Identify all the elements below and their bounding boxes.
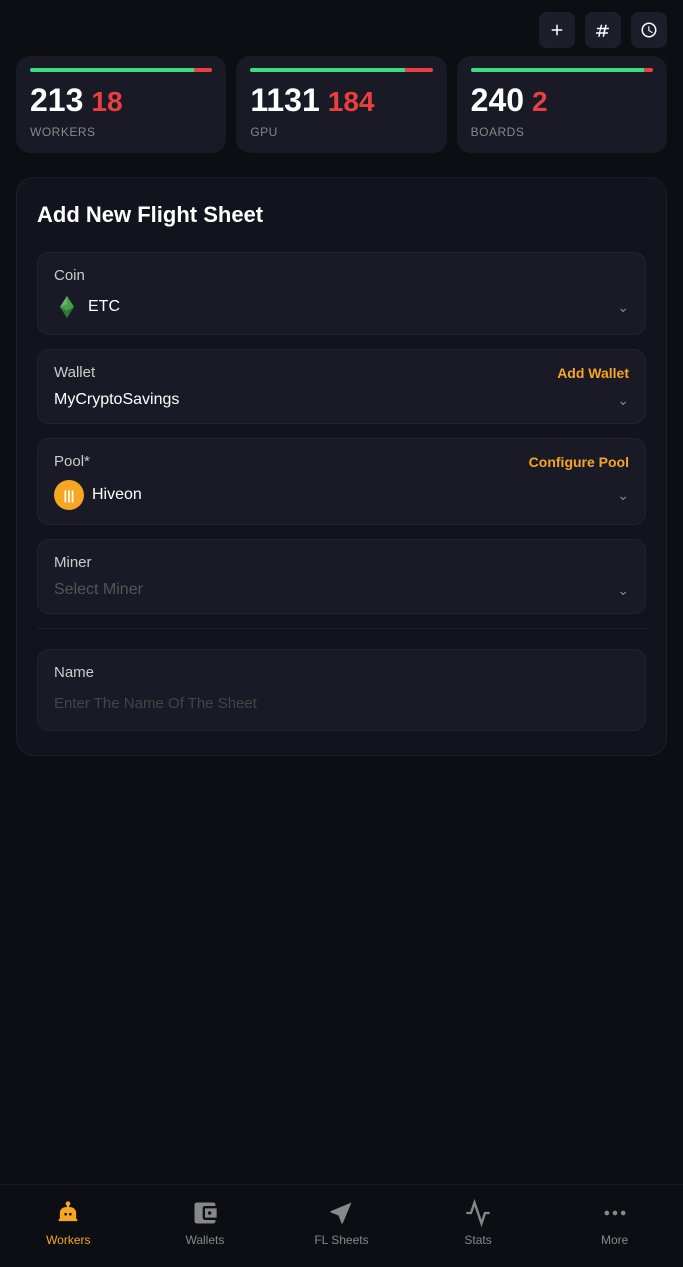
miner-placeholder-value: Select Miner	[54, 581, 143, 599]
name-placeholder: Enter The Name Of The Sheet	[54, 695, 629, 712]
miner-label: Miner	[54, 554, 92, 571]
pool-value: ||| Hiveon	[54, 480, 142, 510]
workers-label: WORKERS	[30, 125, 212, 139]
wallet-value: MyCryptoSavings	[54, 391, 179, 409]
workers-nav-label: Workers	[46, 1233, 90, 1247]
workers-bar	[30, 68, 212, 72]
pool-value-row: ||| Hiveon ⌄	[54, 480, 629, 510]
boards-alert-value: 2	[532, 86, 548, 118]
miner-chevron-icon: ⌄	[617, 582, 629, 599]
boards-bar	[471, 68, 653, 72]
add-icon-button[interactable]	[539, 12, 575, 48]
bottom-nav: Workers Wallets FL Sheets Stats	[0, 1184, 683, 1267]
nav-item-more[interactable]: More	[585, 1199, 645, 1247]
workers-card: 213 18 WORKERS	[16, 56, 226, 153]
stats-nav-label: Stats	[464, 1233, 491, 1247]
fl-sheets-nav-icon	[327, 1199, 355, 1227]
boards-card: 240 2 BOARDS	[457, 56, 667, 153]
wallet-chevron-icon: ⌄	[617, 392, 629, 409]
more-nav-icon	[601, 1199, 629, 1227]
wallets-nav-label: Wallets	[185, 1233, 224, 1247]
gpu-bar-green	[250, 68, 405, 72]
timer-icon-button[interactable]	[631, 12, 667, 48]
wallet-header: Wallet Add Wallet	[54, 364, 629, 381]
workers-nav-icon	[54, 1199, 82, 1227]
workers-bar-green	[30, 68, 194, 72]
workers-alert-value: 18	[91, 86, 122, 118]
nav-item-wallets[interactable]: Wallets	[175, 1199, 235, 1247]
nav-item-fl-sheets[interactable]: FL Sheets	[311, 1199, 371, 1247]
workers-numbers: 213 18	[30, 82, 212, 119]
pool-field[interactable]: Pool* Configure Pool ||| Hiveon ⌄	[37, 438, 646, 525]
gpu-bar	[250, 68, 432, 72]
wallet-selected-value: MyCryptoSavings	[54, 391, 179, 409]
fl-sheets-nav-label: FL Sheets	[314, 1233, 368, 1247]
wallets-nav-icon	[191, 1199, 219, 1227]
coin-chevron-icon: ⌄	[617, 299, 629, 316]
nav-item-workers[interactable]: Workers	[38, 1199, 98, 1247]
boards-main-value: 240	[471, 82, 524, 119]
form-divider	[37, 628, 646, 629]
gpu-bar-red	[405, 68, 432, 72]
coin-label: Coin	[54, 267, 85, 284]
svg-text:|||: |||	[64, 488, 75, 503]
more-nav-label: More	[601, 1233, 628, 1247]
coin-value: ETC	[54, 294, 120, 320]
flight-sheet-form: Add New Flight Sheet Coin ETC ⌄ Wall	[16, 177, 667, 756]
workers-bar-red	[194, 68, 212, 72]
coin-header: Coin	[54, 267, 629, 284]
form-title: Add New Flight Sheet	[37, 202, 646, 228]
boards-numbers: 240 2	[471, 82, 653, 119]
pool-selected-value: Hiveon	[92, 486, 142, 504]
gpu-numbers: 1131 184	[250, 82, 432, 119]
boards-bar-red	[644, 68, 653, 72]
miner-value-row: Select Miner ⌄	[54, 581, 629, 599]
name-label: Name	[54, 664, 629, 681]
gpu-label: GPU	[250, 125, 432, 139]
ethereum-icon	[54, 294, 80, 320]
top-bar	[0, 0, 683, 56]
pool-chevron-icon: ⌄	[617, 487, 629, 504]
miner-field[interactable]: Miner Select Miner ⌄	[37, 539, 646, 614]
coin-value-row: ETC ⌄	[54, 294, 629, 320]
coin-field[interactable]: Coin ETC ⌄	[37, 252, 646, 335]
wallet-label: Wallet	[54, 364, 95, 381]
boards-label: BOARDS	[471, 125, 653, 139]
hiveon-icon: |||	[54, 480, 84, 510]
add-wallet-button[interactable]: Add Wallet	[557, 365, 629, 381]
workers-main-value: 213	[30, 82, 83, 119]
coin-selected-value: ETC	[88, 298, 120, 316]
pool-label: Pool*	[54, 453, 90, 470]
miner-value: Select Miner	[54, 581, 143, 599]
gpu-main-value: 1131	[250, 82, 319, 119]
gpu-alert-value: 184	[328, 86, 375, 118]
stats-nav-icon	[464, 1199, 492, 1227]
hash-icon-button[interactable]	[585, 12, 621, 48]
pool-header: Pool* Configure Pool	[54, 453, 629, 470]
gpu-card: 1131 184 GPU	[236, 56, 446, 153]
nav-item-stats[interactable]: Stats	[448, 1199, 508, 1247]
boards-bar-green	[471, 68, 644, 72]
miner-header: Miner	[54, 554, 629, 571]
name-field[interactable]: Name Enter The Name Of The Sheet	[37, 649, 646, 731]
wallet-field[interactable]: Wallet Add Wallet MyCryptoSavings ⌄	[37, 349, 646, 424]
configure-pool-button[interactable]: Configure Pool	[529, 454, 629, 470]
stats-row: 213 18 WORKERS 1131 184 GPU 240 2 BOARDS	[0, 56, 683, 153]
wallet-value-row: MyCryptoSavings ⌄	[54, 391, 629, 409]
